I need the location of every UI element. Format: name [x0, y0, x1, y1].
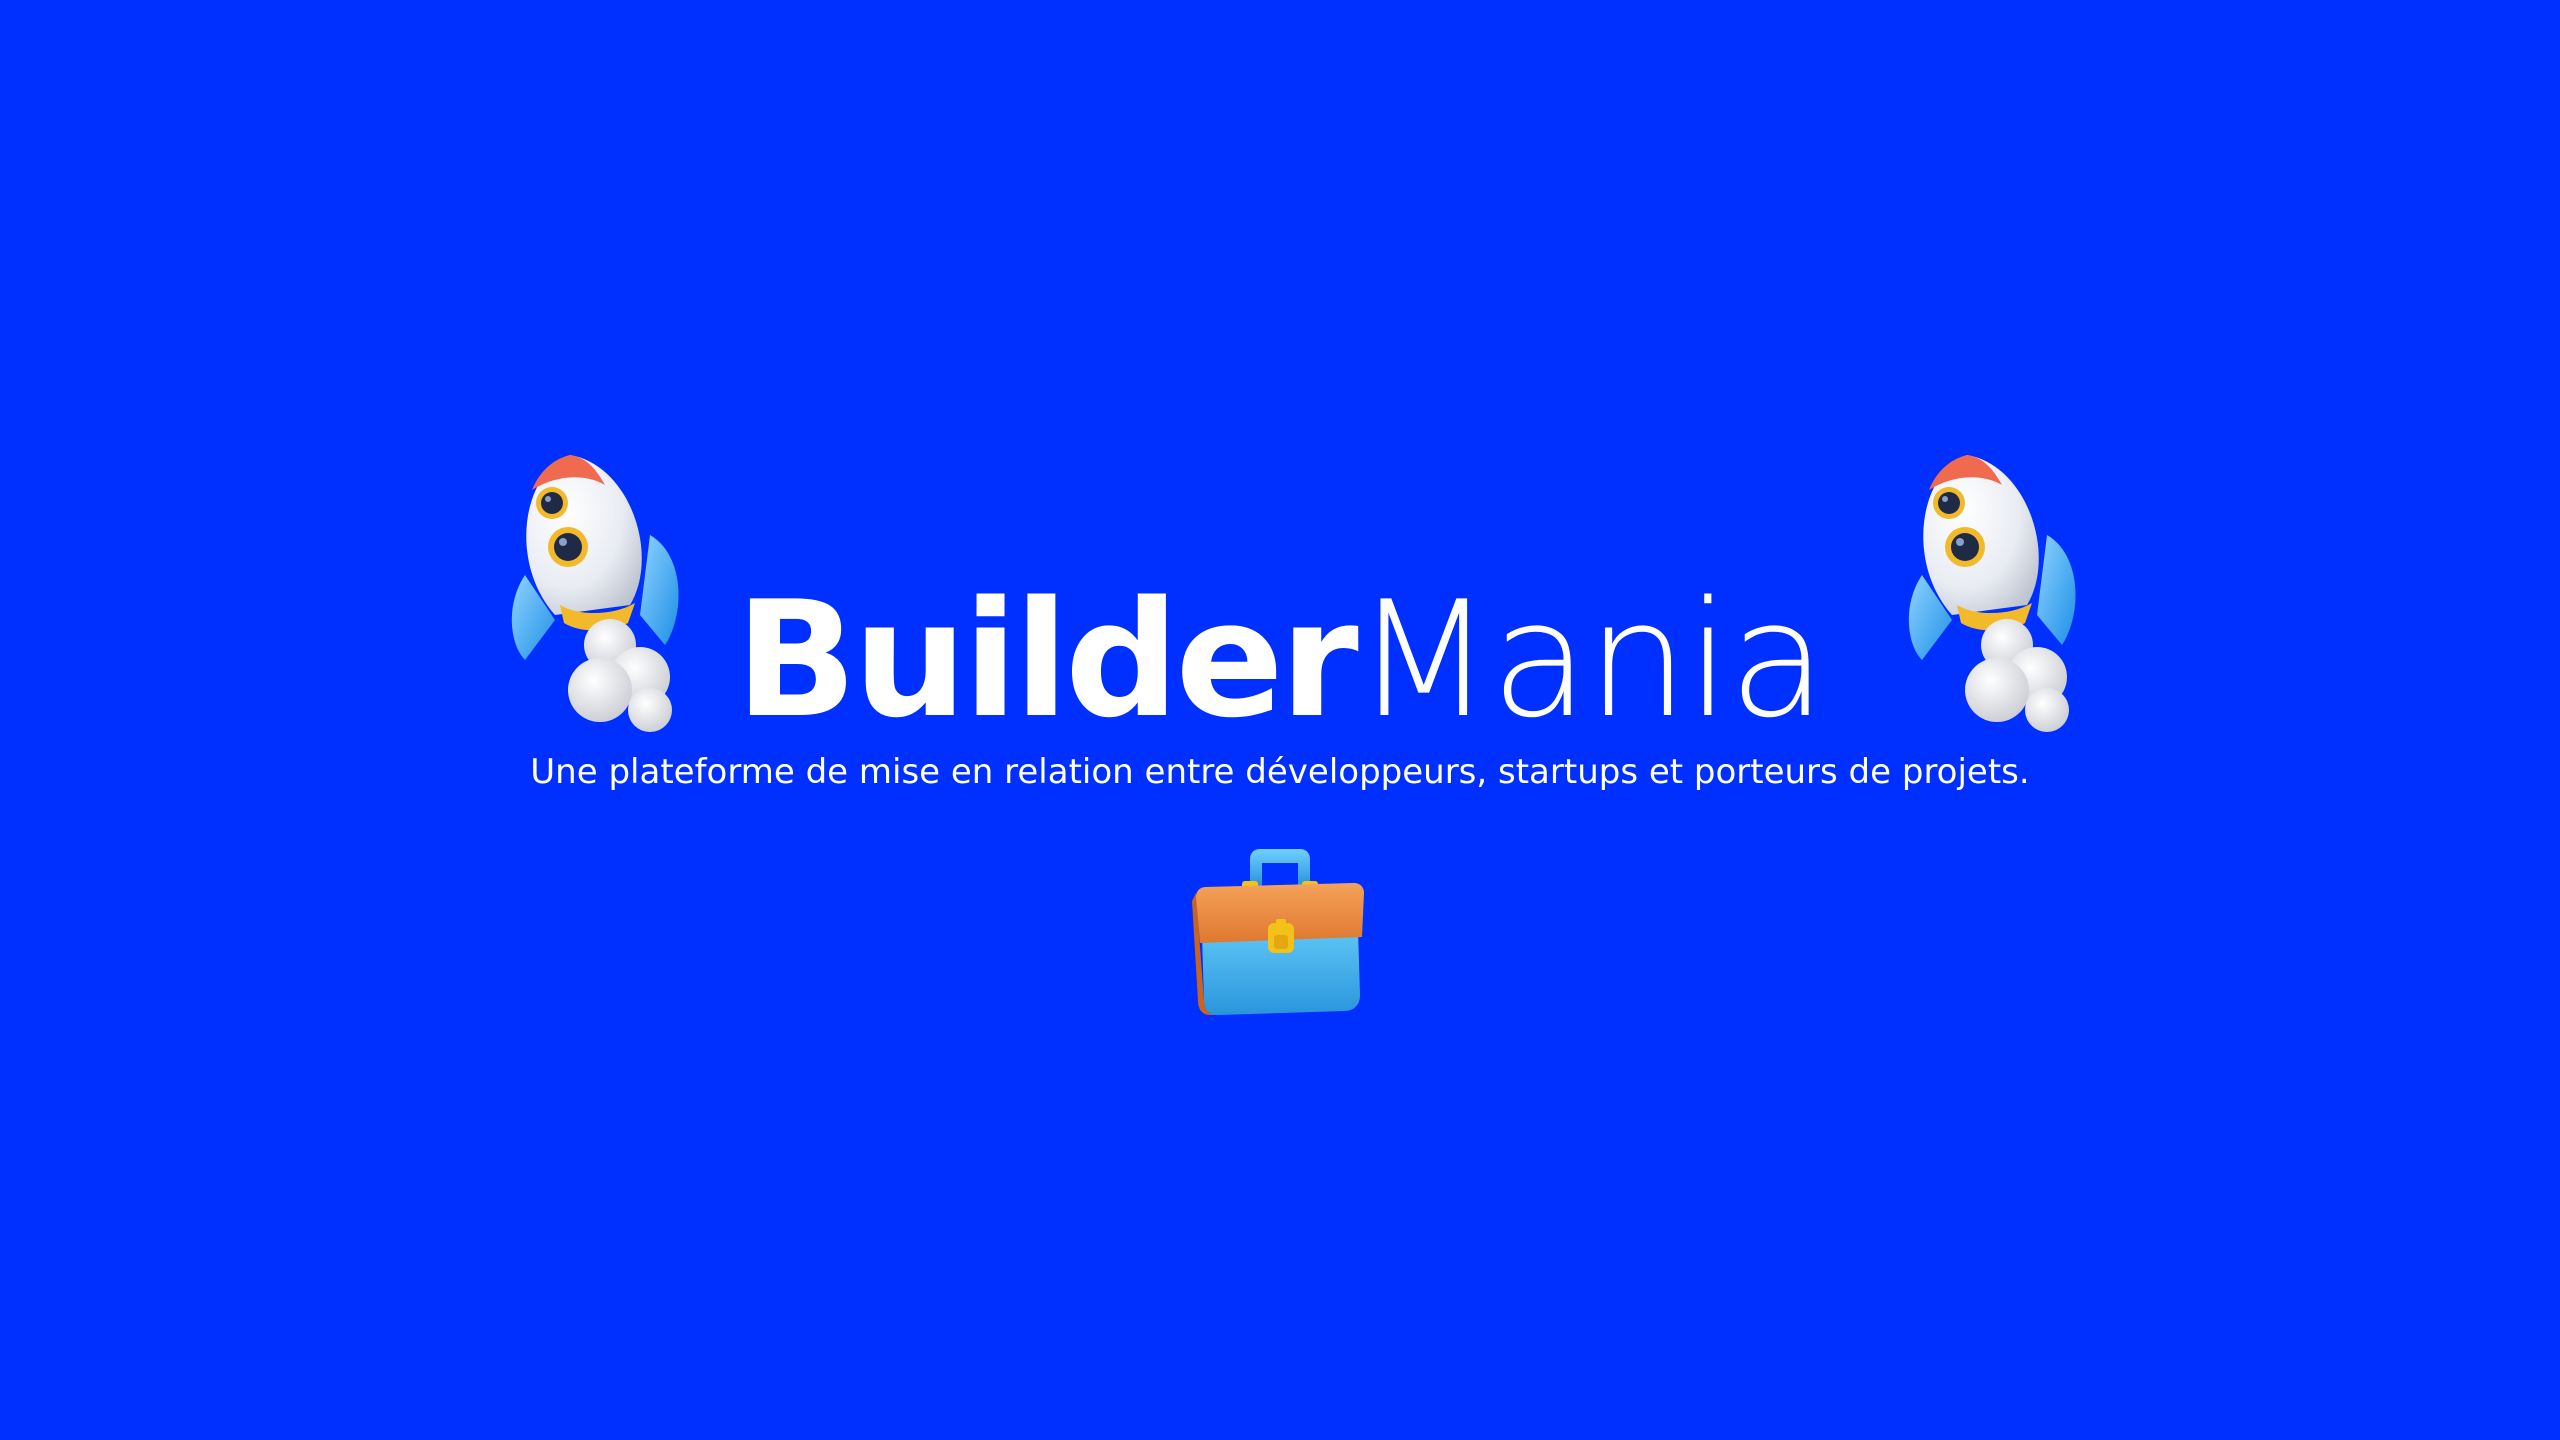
banner: BuilderMania Une plateforme de mise en r…: [0, 0, 2560, 1440]
brand-title: BuilderMania: [0, 580, 2560, 740]
brand-name-bold: Builder: [735, 566, 1358, 753]
brand-name-light: Mania: [1354, 566, 1827, 753]
briefcase-icon: [1192, 849, 1364, 1015]
tagline: Une plateforme de mise en relation entre…: [530, 752, 2030, 792]
